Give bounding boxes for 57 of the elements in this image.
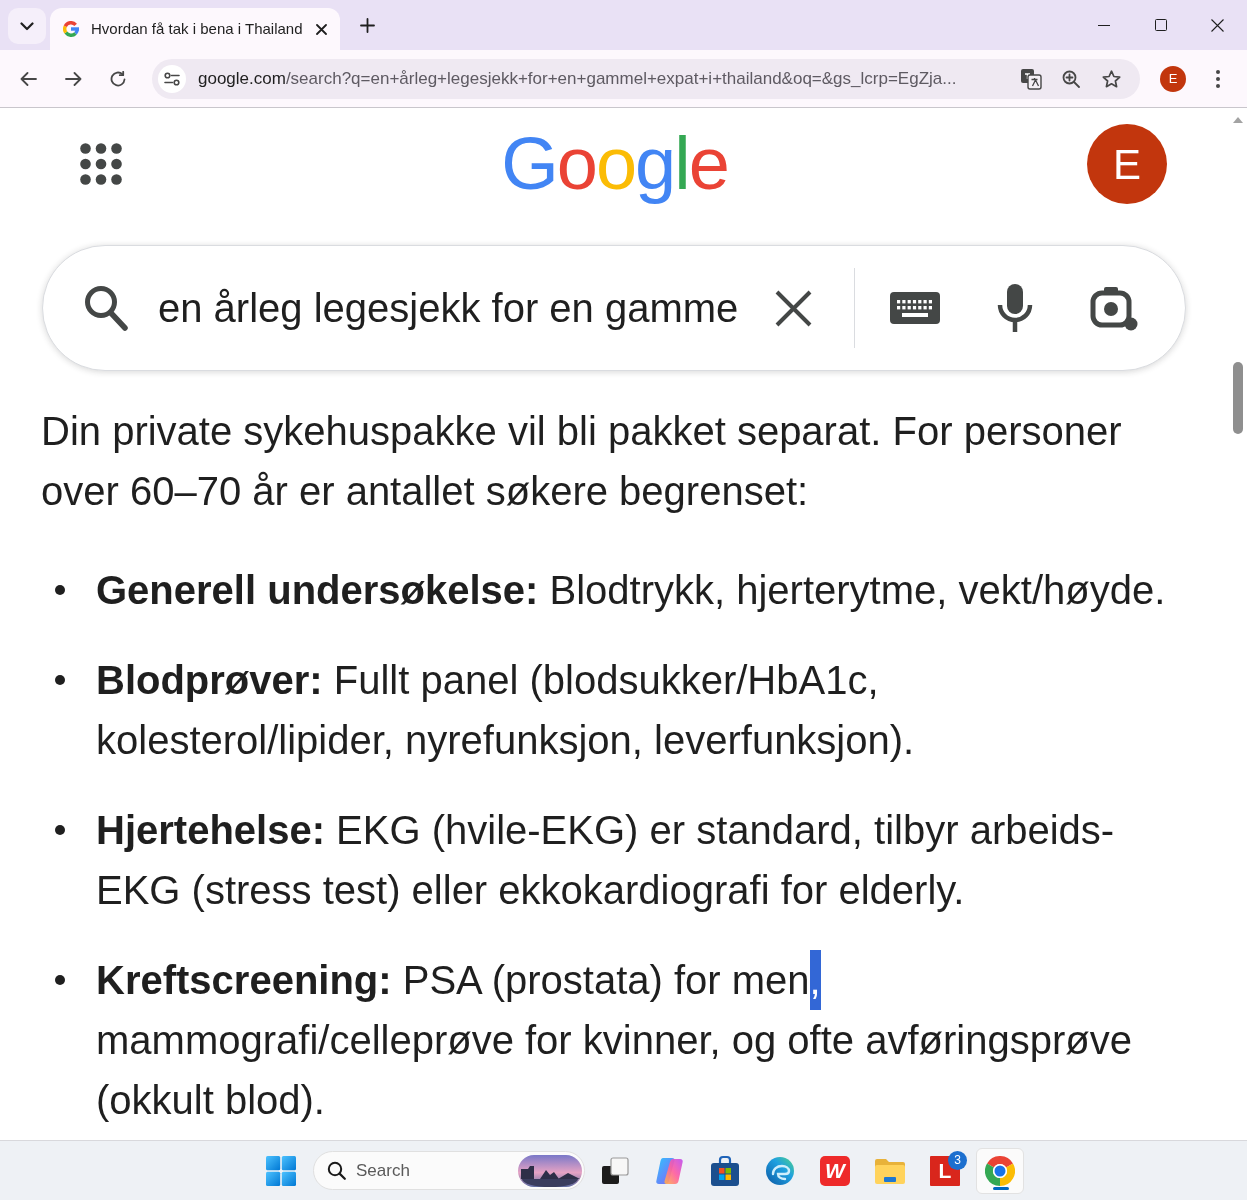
search-input[interactable]: en årleg legesjekk for en gamme bbox=[158, 278, 748, 338]
close-icon bbox=[774, 289, 812, 327]
plus-icon bbox=[359, 17, 375, 33]
minimize-icon bbox=[1097, 24, 1110, 26]
list-item-text: Kreftscreening: PSA (prostata) for men, mammografi/celleprøve for kvinner, og ofte avføringsprøve (okkult blod). bbox=[96, 950, 1181, 1130]
bullet-icon bbox=[55, 585, 65, 595]
start-button[interactable] bbox=[266, 1155, 296, 1186]
site-info-button[interactable] bbox=[158, 64, 186, 93]
reload-icon bbox=[110, 70, 126, 87]
tune-icon bbox=[164, 71, 180, 86]
more-menu-icon bbox=[1216, 69, 1220, 88]
profile-avatar[interactable]: E bbox=[1160, 65, 1186, 92]
list-item-text: Generell undersøkelse: Blodtrykk, hjerterytme, vekt/høyde. bbox=[96, 567, 1167, 614]
apps-button[interactable] bbox=[80, 143, 122, 185]
landscape-drawing bbox=[518, 1154, 582, 1187]
notification-badge: 3 bbox=[948, 1150, 967, 1170]
g-favicon-icon bbox=[63, 21, 79, 37]
active-indicator bbox=[993, 1186, 1009, 1190]
tricolor-circle-icon bbox=[985, 1155, 1015, 1186]
close-icon bbox=[315, 23, 327, 35]
scroll-up-arrow-icon bbox=[1233, 117, 1243, 123]
url-text: google.com/search?q=en+årleg+legesjekk+for+en+gammel+expat+i+thailand&oq=&gs_lcrp=EgZja... bbox=[198, 67, 957, 90]
bullet-icon bbox=[55, 975, 65, 985]
bullet-icon bbox=[55, 675, 65, 685]
taskbar-app-button[interactable]: W bbox=[811, 1147, 859, 1194]
camera-search-icon bbox=[1090, 285, 1138, 331]
list-item-text: Hjertehelse: EKG (hvile-EKG) er standard, tilbyr arbeids-EKG (stress test) eller ekkokardiografi for elderly. bbox=[96, 807, 1116, 914]
overlapping-squares-icon bbox=[601, 1156, 629, 1185]
search-icon bbox=[84, 285, 128, 331]
taskbar-search[interactable]: Search bbox=[313, 1151, 585, 1190]
chevron-down-icon bbox=[20, 21, 34, 31]
maximize-icon bbox=[1154, 19, 1167, 31]
microphone-icon bbox=[997, 283, 1033, 333]
tab-title: Hvordan få tak i bena i Thailand bbox=[91, 18, 303, 39]
intro-paragraph: Din private sykehuspakke vil bli pakket separat. For personer over 60–70 år er antallet søkere begrenset: bbox=[41, 408, 1123, 515]
keyboard-icon bbox=[890, 291, 940, 325]
back-arrow-icon bbox=[19, 71, 37, 86]
address-bar[interactable]: google.com/search?q=en+årleg+legesjekk+for+en+gammel+expat+i+thailand&oq=&gs_lcrp=EgZja... bbox=[152, 58, 1140, 99]
windows-logo-icon bbox=[266, 1155, 296, 1186]
account-avatar[interactable]: E bbox=[1087, 124, 1167, 204]
shopping-bag-icon bbox=[710, 1154, 740, 1187]
taskbar-search-input[interactable]: Search bbox=[356, 1157, 496, 1184]
star-icon bbox=[1101, 69, 1121, 88]
zoom-in-icon bbox=[1062, 69, 1080, 88]
list-item-text: Blodprøver: Fullt panel (blodsukker/HbA1c, kolesterol/lipider, nyrefunksjon, leverfunksjon). bbox=[96, 657, 916, 764]
browser-tab[interactable]: Hvordan få tak i bena i Thailand bbox=[50, 8, 340, 50]
folder-icon bbox=[874, 1156, 906, 1185]
tab-list-button[interactable] bbox=[8, 8, 46, 44]
forward-arrow-icon bbox=[64, 71, 82, 86]
app-logo: W bbox=[820, 1155, 850, 1186]
translate-icon bbox=[1020, 67, 1042, 90]
scrollbar-thumb[interactable] bbox=[1233, 362, 1243, 434]
bullet-icon bbox=[55, 825, 65, 835]
wave-circle-icon bbox=[765, 1155, 795, 1186]
search-icon bbox=[327, 1161, 346, 1180]
close-icon bbox=[1211, 18, 1224, 32]
apps-grid-icon bbox=[80, 143, 122, 185]
